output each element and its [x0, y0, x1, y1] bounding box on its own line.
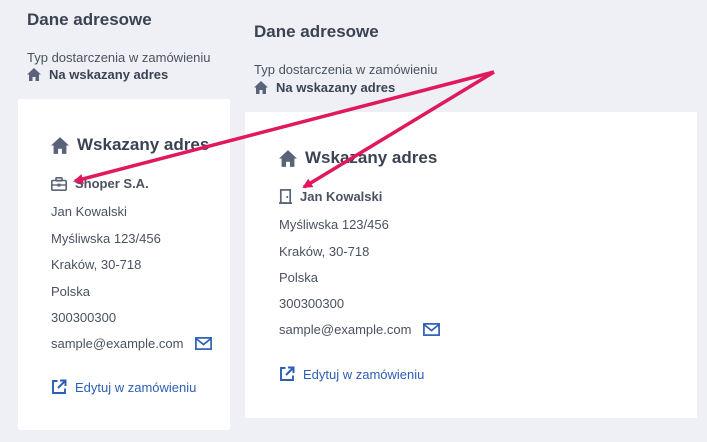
- city-postal: Kraków, 30-718: [51, 257, 142, 272]
- envelope-icon[interactable]: [195, 337, 213, 350]
- section-title: Dane adresowe: [254, 22, 379, 41]
- email-address: sample@example.com: [51, 336, 184, 351]
- person-name: Jan Kowalski: [300, 189, 383, 204]
- card-title-text: Wskazany adres: [77, 135, 210, 154]
- person-line: Jan Kowalski: [279, 189, 382, 204]
- home-icon: [51, 136, 69, 154]
- section-title: Dane adresowe: [27, 10, 152, 29]
- email-line: sample@example.com: [279, 322, 441, 337]
- country: Polska: [51, 284, 91, 299]
- external-link-icon: [52, 379, 67, 394]
- card-title-text: Wskazany adres: [305, 148, 438, 167]
- address-card-left: Wskazany adres Shoper S.A. Jan Kowalski …: [18, 99, 230, 430]
- country: Polska: [279, 270, 319, 285]
- delivery-type-value: Na wskazany adres: [27, 67, 168, 82]
- street-address: Myśliwska 123/456: [279, 217, 389, 232]
- card-title: Wskazany adres: [279, 148, 437, 168]
- phone: 300300300: [279, 296, 345, 311]
- delivery-type-label: Typ dostarczenia w zamówieniu: [254, 62, 438, 77]
- street-address: Myśliwska 123/456: [51, 231, 161, 246]
- card-title: Wskazany adres: [51, 135, 209, 155]
- delivery-type-value: Na wskazany adres: [254, 80, 395, 95]
- delivery-type-label: Typ dostarczenia w zamówieniu: [27, 50, 211, 65]
- briefcase-icon: [51, 176, 67, 191]
- company-name: Shoper S.A.: [75, 176, 149, 191]
- door-icon: [279, 189, 292, 204]
- company-line: Shoper S.A.: [51, 176, 149, 191]
- external-link-icon: [280, 366, 295, 381]
- envelope-icon[interactable]: [423, 323, 441, 336]
- email-address: sample@example.com: [279, 322, 412, 337]
- home-icon: [27, 68, 41, 81]
- email-line: sample@example.com: [51, 336, 213, 351]
- home-icon: [279, 149, 297, 167]
- edit-in-order-link[interactable]: Edytuj w zamówieniu: [51, 379, 196, 395]
- delivery-type-text: Na wskazany adres: [276, 80, 396, 95]
- edit-link-label: Edytuj w zamówieniu: [303, 366, 425, 382]
- delivery-type-text: Na wskazany adres: [49, 67, 169, 82]
- contact-name: Jan Kowalski: [51, 204, 127, 219]
- home-icon: [254, 81, 268, 94]
- address-card-right: Wskazany adres Jan Kowalski Myśliwska 12…: [245, 112, 697, 418]
- phone: 300300300: [51, 310, 117, 325]
- edit-in-order-link[interactable]: Edytuj w zamówieniu: [279, 366, 424, 382]
- city-postal: Kraków, 30-718: [279, 244, 370, 259]
- edit-link-label: Edytuj w zamówieniu: [75, 379, 197, 395]
